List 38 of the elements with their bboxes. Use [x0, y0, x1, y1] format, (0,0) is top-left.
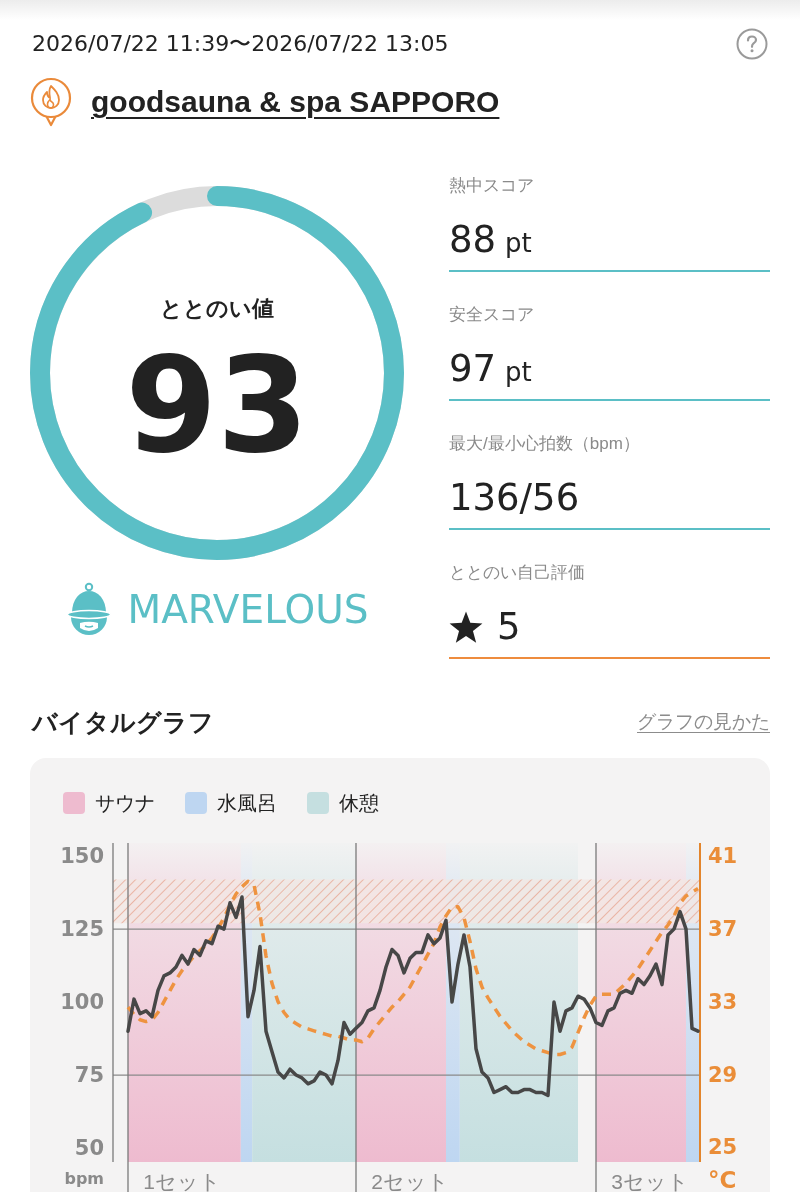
y-tick-label: 125 — [60, 917, 104, 942]
temperature-tick-label: 37 — [708, 916, 738, 941]
stat-label: 最大/最小心拍数（bpm） — [449, 433, 641, 455]
y-tick-label: 100 — [60, 990, 104, 1015]
stat-value: 136/56 — [449, 475, 580, 521]
gauge-value: 93 — [125, 339, 309, 471]
temperature-tick-label: 33 — [708, 989, 738, 1014]
temperature-tick-label: 29 — [708, 1062, 738, 1087]
stat-value: 88 — [449, 217, 497, 263]
stat-label: 熱中スコア — [449, 175, 535, 197]
legend-label: 休憩 — [339, 792, 379, 814]
stat-label: ととのい自己評価 — [449, 562, 586, 584]
stat-unit: pt — [505, 356, 532, 389]
set-label: 2セット — [371, 1169, 449, 1192]
rank-label: MARVELOUS — [127, 586, 369, 634]
legend-label: サウナ — [95, 792, 155, 814]
stat-label: 安全スコア — [449, 304, 535, 326]
set-label: 1セット — [143, 1169, 221, 1192]
hat-character-icon — [65, 582, 112, 638]
y-tick-label: 150 — [60, 844, 104, 869]
star-icon — [449, 611, 483, 643]
set-label: 3セット — [611, 1169, 689, 1192]
help-icon[interactable] — [736, 28, 768, 60]
stat-unit: pt — [505, 227, 532, 260]
y-tick-label: 50 — [74, 1136, 104, 1160]
flame-pin-icon — [29, 77, 73, 127]
y-axis-label: bpm — [64, 1168, 104, 1188]
legend-label: 水風呂 — [217, 792, 277, 814]
stat-value: 97 — [449, 346, 497, 392]
gauge-label: ととのい値 — [160, 295, 274, 323]
temperature-tick-label: 25 — [708, 1135, 738, 1160]
session-period: 2026/07/22 11:39〜2026/07/22 13:05 — [32, 30, 449, 58]
section-title: バイタルグラフ — [32, 707, 214, 738]
temperature-tick-label: 41 — [708, 843, 738, 868]
temperature-axis-label: °C — [708, 1167, 737, 1192]
y-tick-label: 75 — [74, 1063, 104, 1088]
rating-value: 5 — [497, 604, 521, 650]
venue-link[interactable]: goodsauna & spa SAPPORO — [91, 82, 500, 122]
